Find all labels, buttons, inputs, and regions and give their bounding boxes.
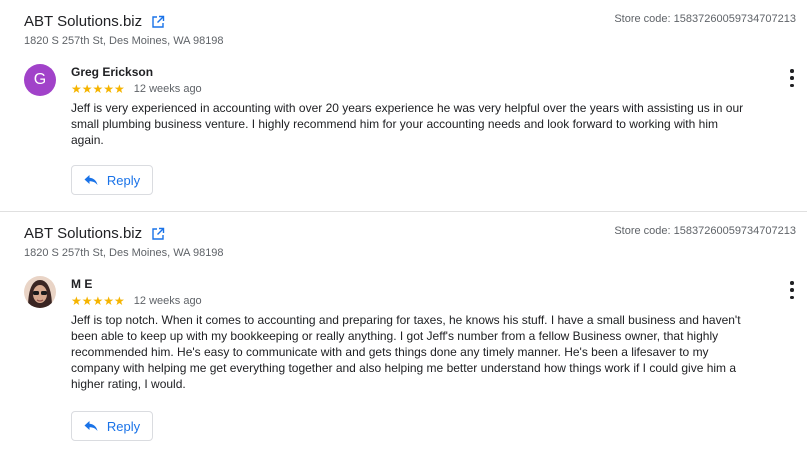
- reviewer-name: M E: [71, 277, 93, 291]
- reply-label: Reply: [106, 418, 141, 434]
- store-code: Store code: 15837260059734707213: [614, 13, 796, 25]
- business-name-link[interactable]: ABT Solutions.biz: [24, 13, 165, 30]
- more-options-icon[interactable]: [788, 281, 796, 299]
- review-time: 12 weeks ago: [133, 295, 202, 307]
- business-name[interactable]: ABT Solutions.biz: [24, 13, 142, 30]
- avatar-letter: G: [33, 71, 47, 88]
- review-card: ABT Solutions.biz 1820 S 257th St, Des M…: [0, 212, 807, 455]
- business-address: 1820 S 257th St, Des Moines, WA 98198: [24, 35, 224, 47]
- external-link-icon[interactable]: [151, 227, 165, 241]
- review-card: ABT Solutions.biz 1820 S 257th St, Des M…: [0, 0, 807, 212]
- business-address: 1820 S 257th St, Des Moines, WA 98198: [24, 247, 224, 259]
- reply-icon: [84, 421, 98, 431]
- profile-photo-icon: [24, 276, 56, 308]
- review-text: Jeff is very experienced in accounting w…: [71, 101, 744, 147]
- reply-button[interactable]: Reply: [71, 165, 153, 195]
- reply-label: Reply: [106, 172, 141, 188]
- business-name-link[interactable]: ABT Solutions.biz: [24, 225, 165, 242]
- avatar: [24, 276, 56, 308]
- star-rating: ★★★★★: [71, 294, 125, 308]
- reply-icon: [84, 175, 98, 185]
- avatar: G: [24, 64, 56, 96]
- external-link-icon[interactable]: [151, 15, 165, 29]
- reply-button[interactable]: Reply: [71, 411, 153, 441]
- store-code: Store code: 15837260059734707213: [614, 225, 796, 237]
- rating-row: ★★★★★ 12 weeks ago: [71, 294, 202, 308]
- review-text: Jeff is top notch. When it comes to acco…: [71, 313, 741, 391]
- reviewer-name: Greg Erickson: [71, 65, 154, 79]
- rating-row: ★★★★★ 12 weeks ago: [71, 82, 202, 96]
- star-rating: ★★★★★: [71, 82, 125, 96]
- review-time: 12 weeks ago: [133, 83, 202, 95]
- more-options-icon[interactable]: [788, 69, 796, 87]
- business-name[interactable]: ABT Solutions.biz: [24, 225, 142, 242]
